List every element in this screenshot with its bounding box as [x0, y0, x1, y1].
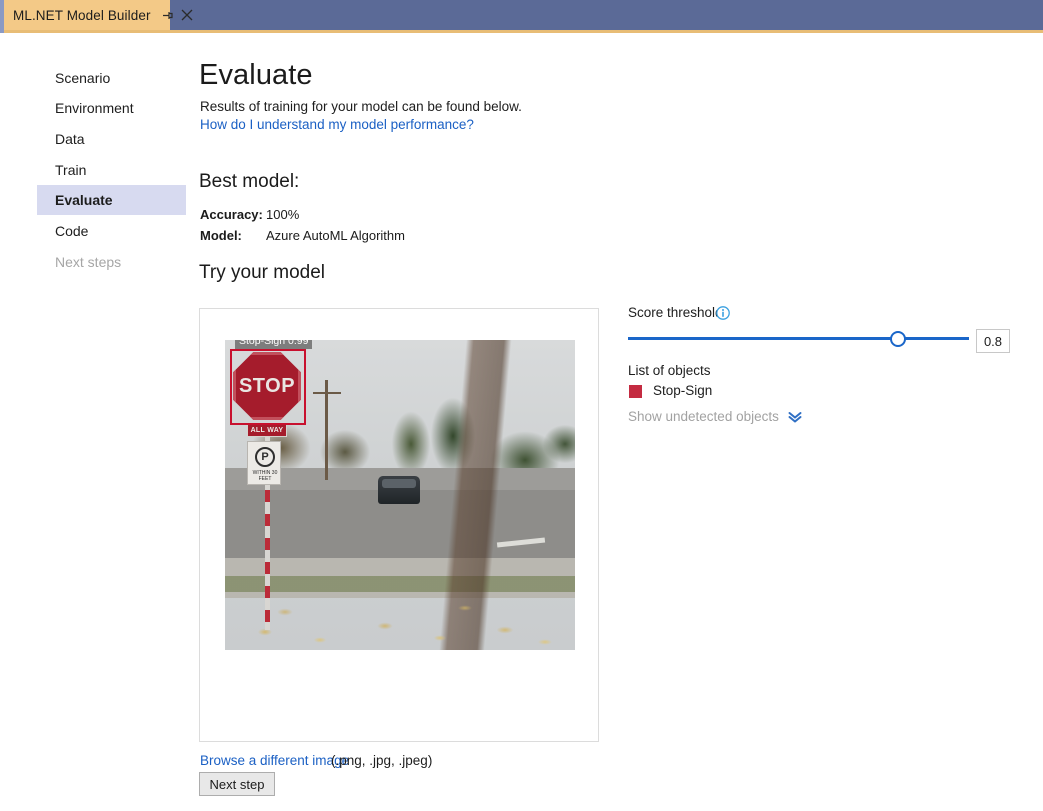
next-step-button[interactable]: Next step — [199, 772, 275, 796]
tab-title: ML.NET Model Builder — [13, 8, 151, 23]
show-undetected-objects-label: Show undetected objects — [628, 409, 779, 424]
score-threshold-label: Score threshold — [628, 305, 723, 320]
try-your-model-heading: Try your model — [199, 262, 325, 284]
image-preview-frame: STOP ALL WAY P WITHIN 30 FEET Stop-Sign … — [199, 308, 599, 742]
parked-vehicle — [378, 476, 420, 504]
utility-pole-crossarm — [313, 392, 341, 394]
best-model-heading: Best model: — [199, 171, 299, 193]
model-performance-link[interactable]: How do I understand my model performance… — [200, 117, 474, 132]
detection-bounding-box: Stop-Sign 0.99 — [230, 349, 306, 425]
prediction-image[interactable]: STOP ALL WAY P WITHIN 30 FEET Stop-Sign … — [225, 340, 575, 650]
supported-extensions-text: (.png, .jpg, .jpeg) — [331, 753, 432, 768]
page-title: Evaluate — [199, 59, 313, 92]
pin-icon[interactable] — [161, 7, 174, 23]
legend-label: Stop-Sign — [653, 383, 712, 398]
main-content: Evaluate Results of training for your mo… — [0, 33, 1043, 811]
page-subtitle: Results of training for your model can b… — [200, 99, 522, 114]
all-way-plaque: ALL WAY — [247, 424, 287, 437]
slider-track — [628, 337, 969, 340]
crosswalk-stripe — [497, 538, 545, 548]
all-way-plaque-text: ALL WAY — [251, 427, 284, 434]
score-threshold-value[interactable]: 0.8 — [976, 329, 1010, 353]
chevron-double-down-icon[interactable] — [788, 411, 802, 423]
close-icon[interactable] — [181, 7, 193, 23]
window-tab[interactable]: ML.NET Model Builder — [4, 0, 170, 30]
score-threshold-slider[interactable] — [628, 329, 969, 349]
utility-pole — [325, 380, 328, 480]
detection-label: Stop-Sign 0.99 — [235, 340, 312, 349]
no-parking-sign-text: WITHIN 30 FEET — [248, 470, 282, 482]
show-undetected-objects-toggle[interactable]: Show undetected objects — [628, 409, 802, 424]
info-icon[interactable] — [716, 306, 730, 320]
accuracy-label: Accuracy: — [200, 207, 263, 222]
street-scene-photo: STOP ALL WAY P WITHIN 30 FEET Stop-Sign … — [225, 340, 575, 650]
legend-color-swatch — [629, 385, 642, 398]
model-value: Azure AutoML Algorithm — [266, 228, 405, 243]
vehicle-windshield — [382, 479, 416, 488]
list-of-objects-label: List of objects — [628, 363, 711, 378]
no-parking-glyph: P — [255, 447, 275, 467]
browse-different-image-link[interactable]: Browse a different image — [200, 753, 349, 768]
accuracy-value: 100% — [266, 207, 299, 222]
model-label: Model: — [200, 228, 242, 243]
no-parking-sign: P WITHIN 30 FEET — [247, 441, 281, 485]
slider-thumb[interactable] — [890, 331, 906, 347]
